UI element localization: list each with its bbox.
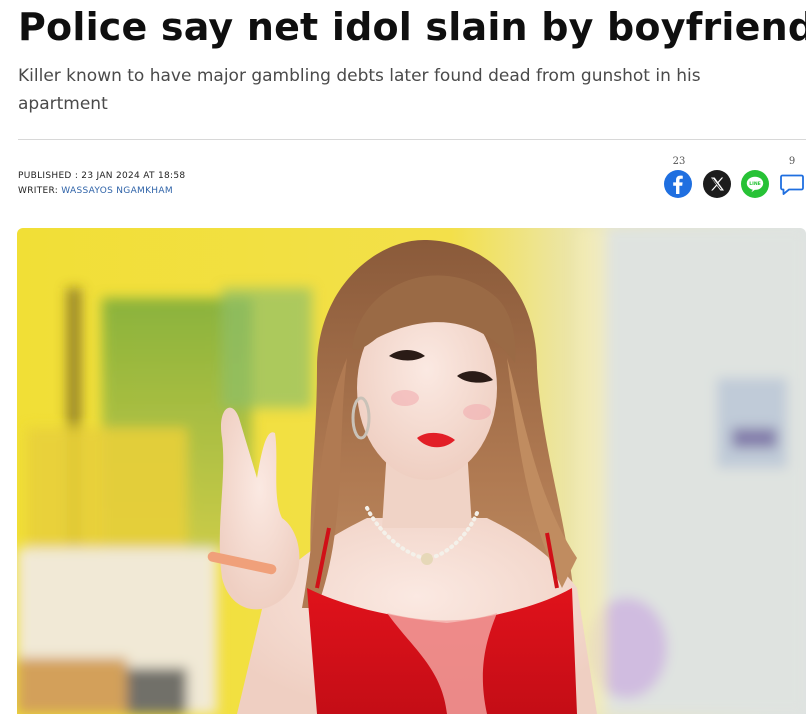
facebook-share-count: 23: [672, 156, 686, 167]
article-photo-image: [17, 228, 806, 714]
article-headline: Police say net idol slain by boyfriend: [18, 5, 806, 49]
writer-line: WRITER: WASSAYOS NGAMKHAM: [18, 184, 185, 199]
writer-label: WRITER:: [18, 186, 59, 196]
facebook-share-button[interactable]: [664, 170, 692, 198]
x-share-button[interactable]: [703, 170, 731, 198]
article-meta: PUBLISHED : 23 JAN 2024 AT 18:58 WRITER:…: [18, 169, 185, 199]
line-icon: LINE: [746, 176, 764, 193]
line-glyph-text: LINE: [749, 181, 761, 187]
comment-icon: [780, 174, 804, 195]
writer-name-link[interactable]: WASSAYOS NGAMKHAM: [61, 186, 173, 196]
article-subheadline: Killer known to have major gambling debt…: [18, 66, 701, 114]
comment-button[interactable]: [778, 170, 806, 198]
published-date: PUBLISHED : 23 JAN 2024 AT 18:58: [18, 171, 186, 181]
facebook-icon: [673, 175, 683, 194]
comment-count: 9: [788, 156, 796, 167]
x-icon: [711, 177, 724, 191]
divider: [18, 139, 806, 140]
line-share-button[interactable]: LINE: [741, 170, 769, 198]
share-bar: 23 9 LINE: [664, 156, 806, 200]
article-photo: [17, 228, 806, 714]
